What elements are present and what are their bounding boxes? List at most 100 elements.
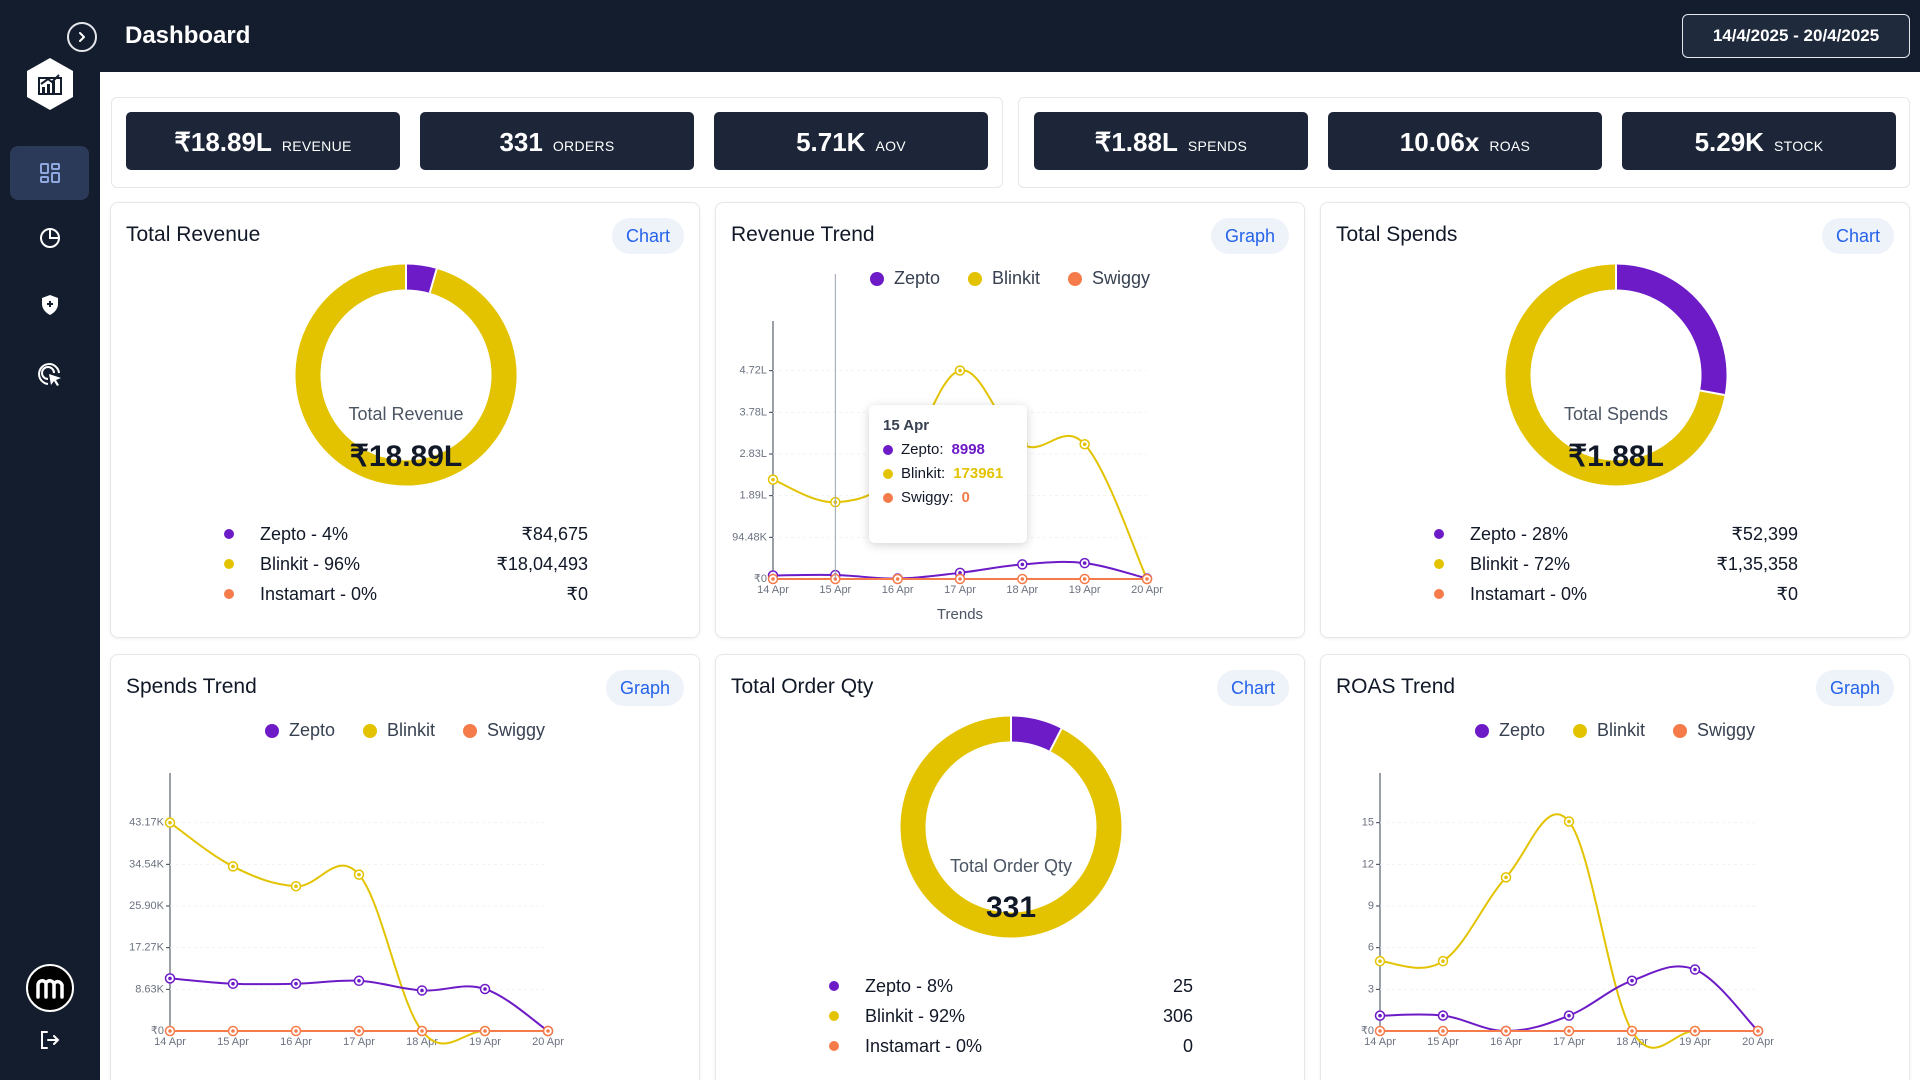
donut-center-value: 331	[985, 891, 1037, 924]
data-point-center	[1441, 1013, 1445, 1018]
x-tick-label: 14 Apr	[154, 1036, 186, 1048]
total-revenue-card: Total Revenue Chart Total Revenue ₹18.89…	[110, 202, 700, 638]
donut-center-label: Total Spends	[1563, 404, 1669, 424]
date-range-picker[interactable]: 14/4/2025 - 20/4/2025	[1682, 14, 1910, 58]
legend-dot	[1434, 589, 1444, 599]
spends-trend-chart[interactable]: ₹08.63K17.27K25.90K34.54K43.17K14 Apr 15 …	[111, 655, 700, 1080]
data-point-center	[1082, 442, 1087, 447]
tooltip-value: 173961	[953, 465, 1004, 482]
kpi-group-ads: ₹1.88L SPENDS 10.06x ROAS 5.29K STOCK	[1018, 97, 1910, 188]
data-point-center	[357, 1029, 361, 1033]
chart-toggle-button[interactable]: Chart	[611, 218, 684, 254]
chart-toggle-button[interactable]: Chart	[1216, 670, 1289, 706]
data-point-center	[168, 976, 172, 981]
y-tick-label: 8.63K	[135, 983, 164, 995]
data-point-center	[1630, 1029, 1634, 1033]
sidebar-item-security[interactable]	[10, 278, 89, 332]
y-tick-label: 1.89L	[739, 490, 767, 502]
donut-segment[interactable]	[405, 264, 437, 293]
x-tick-label: 19 Apr	[1679, 1036, 1711, 1048]
avatar[interactable]	[26, 964, 74, 1012]
sidebar-toggle-button[interactable]	[67, 22, 97, 52]
logout-icon	[41, 1031, 60, 1049]
y-tick-label: 12	[1362, 858, 1374, 870]
legend-dot	[829, 1041, 839, 1051]
breakdown-name: Zepto - 4%	[260, 524, 349, 544]
breakdown-value: ₹18,04,493	[496, 554, 588, 574]
data-point-center	[420, 988, 424, 993]
x-tick-label: 16 Apr	[280, 1036, 312, 1048]
breakdown-name: Instamart - 0%	[1470, 584, 1588, 604]
roas-trend-card: ROAS Trend Graph Zepto Blinkit Swiggy ₹0…	[1320, 654, 1910, 1080]
data-point-center	[1082, 561, 1087, 565]
kpi-value: 10.06x	[1399, 127, 1480, 157]
donut-segment[interactable]	[1010, 716, 1062, 752]
y-tick-label: 15	[1362, 817, 1374, 829]
chart-tooltip: 15 Apr Zepto: 8998 Blinkit: 173961 Swiggy:…	[869, 405, 1027, 543]
data-point-center	[1441, 959, 1445, 963]
data-point-center	[1020, 562, 1025, 567]
app-logo-icon[interactable]	[24, 56, 76, 112]
spends-trend-card: Spends Trend Graph Zepto Blinkit Swiggy …	[110, 654, 700, 1080]
data-point-center	[231, 864, 235, 869]
y-tick-label: 3.78L	[739, 406, 767, 418]
chart-toggle-button[interactable]: Chart	[1821, 218, 1894, 254]
sidebar-item-targeting[interactable]	[10, 348, 89, 402]
sidebar-item-dashboard[interactable]	[10, 146, 89, 200]
dashboard-icon	[39, 163, 60, 183]
y-tick-label: 6	[1368, 942, 1374, 954]
breakdown-value: 0	[1182, 1036, 1193, 1056]
data-point-center	[231, 1029, 235, 1033]
breakdown-name: Blinkit - 92%	[865, 1006, 966, 1026]
tooltip-series: Swiggy:	[901, 489, 954, 506]
data-point-center	[1378, 1013, 1382, 1018]
x-axis-label: Trends	[937, 606, 983, 623]
kpi-revenue: ₹18.89L REVENUE	[126, 112, 400, 170]
donut-center-label: Total Order Qty	[949, 856, 1073, 876]
logout-button[interactable]	[38, 1028, 62, 1057]
breakdown-value: ₹52,399	[1731, 524, 1798, 544]
pie-chart-icon	[39, 227, 60, 248]
y-tick-label: 94.48K	[732, 531, 768, 543]
breakdown-name: Zepto - 28%	[1470, 524, 1569, 544]
data-point-center	[1504, 875, 1508, 880]
tooltip-row-blinkit: Blinkit: 173961	[883, 465, 1013, 482]
breakdown-value: 25	[1172, 976, 1193, 996]
y-tick-label: 4.72L	[739, 365, 767, 377]
brand-m-icon	[36, 979, 64, 999]
donut-segment[interactable]	[1615, 264, 1727, 396]
series-line-blinkit[interactable]	[169, 821, 548, 1045]
data-point-center	[1504, 1029, 1508, 1033]
legend-dot	[224, 529, 234, 539]
data-point-center	[1378, 1029, 1382, 1033]
x-tick-label: 17 Apr	[944, 584, 976, 596]
legend-dot	[829, 1011, 839, 1021]
card-title: Total Order Qty	[731, 675, 874, 698]
data-point-center	[1378, 959, 1382, 963]
data-point-center	[1693, 967, 1697, 972]
series-line-zepto[interactable]	[1379, 965, 1759, 1033]
kpi-label: REVENUE	[281, 138, 352, 154]
breakdown-value: 306	[1162, 1006, 1193, 1026]
data-point-center	[771, 577, 775, 581]
kpi-group-sales: ₹18.89L REVENUE 331 ORDERS 5.71K AOV	[111, 97, 1003, 188]
shield-icon	[41, 295, 58, 315]
kpi-value: 5.71K	[796, 127, 866, 157]
x-tick-label: 18 Apr	[1616, 1036, 1648, 1048]
kpi-label: STOCK	[1773, 138, 1824, 154]
roas-trend-chart[interactable]: ₹0369121514 Apr 15 Apr 16 Apr 17 Apr 18 Apr 1…	[1321, 655, 1910, 1080]
total-spends-card: Total Spends Chart Total Spends ₹1.88L Z…	[1320, 202, 1910, 638]
series-line-zepto[interactable]	[169, 977, 549, 1032]
breakdown-value: ₹0	[1776, 584, 1798, 604]
data-point-center	[294, 981, 298, 986]
data-point-center	[168, 820, 172, 825]
sidebar-item-analytics[interactable]	[10, 211, 89, 265]
revenue-trend-card: Revenue Trend Graph Zepto Blinkit Swiggy…	[715, 202, 1305, 638]
y-tick-label: 34.54K	[129, 858, 165, 870]
breakdown-name: Instamart - 0%	[260, 584, 378, 604]
data-point-center	[1441, 1029, 1445, 1033]
kpi-label: AOV	[875, 138, 906, 154]
kpi-stock: 5.29K STOCK	[1622, 112, 1896, 170]
kpi-spends: ₹1.88L SPENDS	[1034, 112, 1308, 170]
kpi-value: 331	[499, 127, 543, 157]
